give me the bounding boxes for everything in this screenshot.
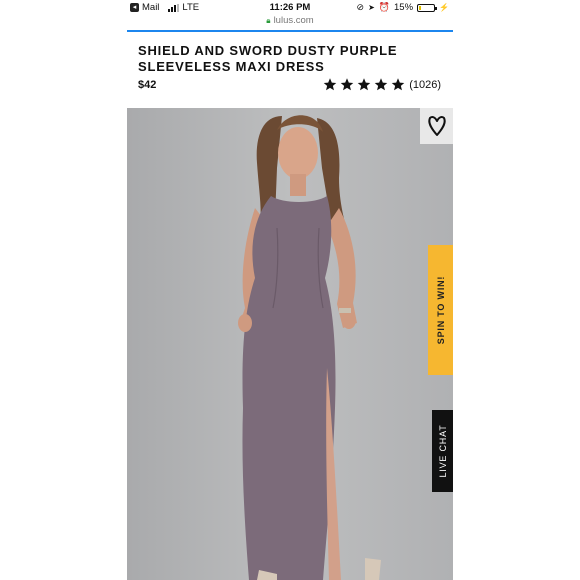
model-illustration bbox=[127, 108, 453, 580]
url-domain[interactable]: lulus.com bbox=[274, 15, 314, 26]
wishlist-button[interactable] bbox=[420, 108, 453, 144]
rating-stars[interactable] bbox=[322, 77, 406, 92]
star-icon bbox=[374, 78, 388, 91]
star-icon bbox=[357, 78, 371, 91]
star-icon bbox=[340, 78, 354, 91]
product-title-line-1: SHIELD AND SWORD DUSTY PURPLE bbox=[138, 43, 398, 58]
battery-percent: 15% bbox=[394, 2, 414, 13]
spin-to-win-label: SPIN TO WIN! bbox=[435, 275, 446, 345]
rotation-lock-icon: ⊘ bbox=[356, 2, 365, 12]
star-icon bbox=[323, 78, 337, 91]
url-bar[interactable]: 🔒︎ lulus.com bbox=[127, 15, 453, 29]
charging-icon: ⚡ bbox=[439, 3, 449, 12]
product-title: SHIELD AND SWORD DUSTY PURPLE SLEEVELESS… bbox=[138, 43, 438, 75]
battery-icon bbox=[417, 3, 438, 12]
heart-outline-icon bbox=[427, 116, 446, 136]
status-right: ⊘ ➤ ⏰ 15% ⚡ bbox=[357, 2, 449, 13]
star-icon bbox=[391, 78, 405, 91]
review-count[interactable]: (1026) bbox=[409, 79, 441, 91]
phone-screen: ◂ Mail LTE 11:26 PM ⊘ ➤ ⏰ 15% ⚡ 🔒︎ lulus.… bbox=[127, 0, 453, 580]
alarm-icon: ⏰ bbox=[378, 2, 391, 12]
location-icon: ➤ bbox=[368, 3, 375, 12]
status-bar: ◂ Mail LTE 11:26 PM ⊘ ➤ ⏰ 15% ⚡ bbox=[127, 0, 453, 16]
lock-icon: 🔒︎ bbox=[266, 16, 271, 25]
product-price: $42 bbox=[138, 79, 157, 91]
product-photo[interactable]: SPIN TO WIN! LIVE CHAT bbox=[127, 108, 453, 580]
product-title-line-2: SLEEVELESS MAXI DRESS bbox=[138, 59, 325, 74]
spin-to-win-tab[interactable]: SPIN TO WIN! bbox=[428, 245, 453, 375]
header-divider bbox=[127, 30, 453, 32]
product-rating[interactable]: (1026) bbox=[322, 77, 441, 92]
live-chat-label: LIVE CHAT bbox=[437, 424, 448, 478]
live-chat-tab[interactable]: LIVE CHAT bbox=[432, 410, 453, 492]
